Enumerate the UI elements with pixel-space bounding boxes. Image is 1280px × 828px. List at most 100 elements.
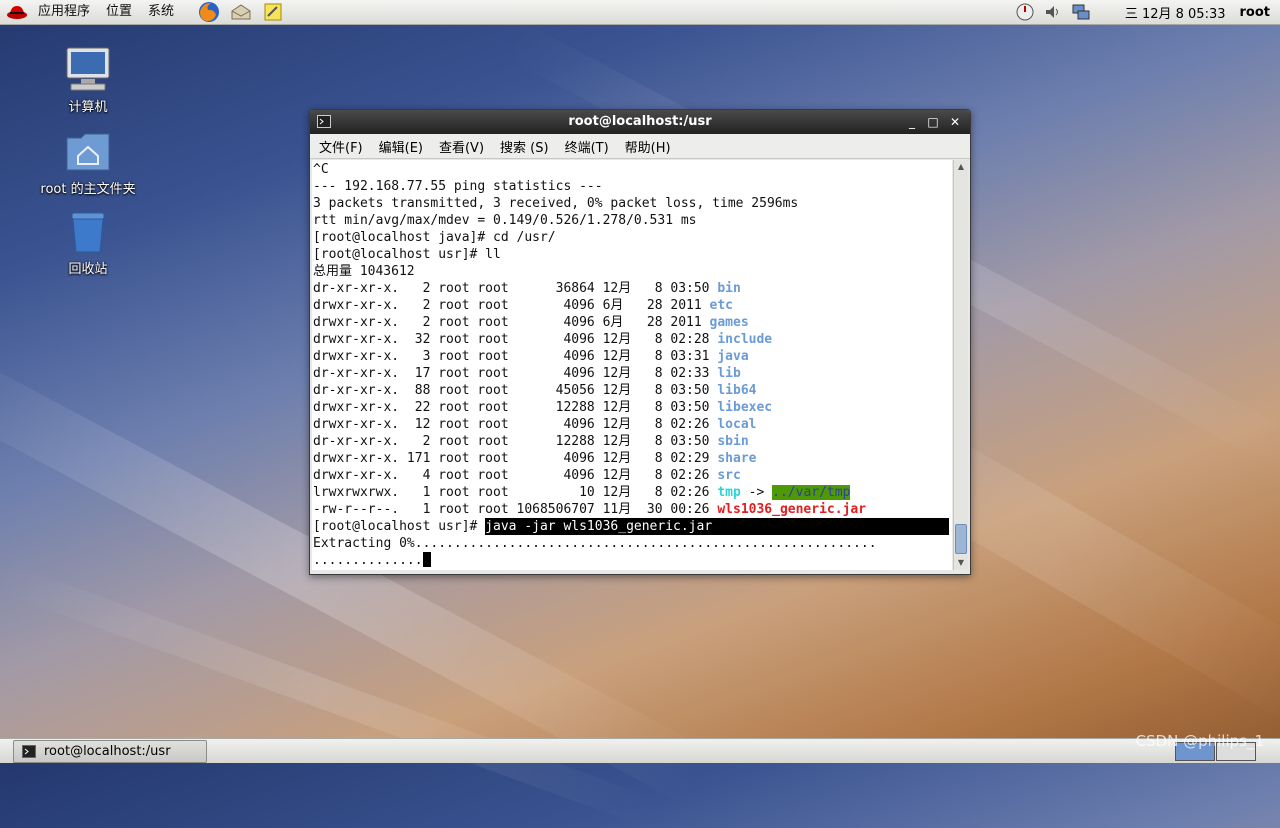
desktop-icon-home[interactable]: root 的主文件夹 (28, 130, 148, 197)
computer-icon (66, 47, 110, 91)
menu-help[interactable]: 帮助(H) (616, 137, 678, 156)
listing-row: drwxr-xr-x. 3 root root 4096 12月 8 03:31… (313, 348, 952, 365)
listing-row: drwxr-xr-x. 2 root root 4096 6月 28 2011 … (313, 297, 952, 314)
desktop-icon-label: root 的主文件夹 (40, 182, 136, 197)
terminal-line: [root@localhost java]# cd /usr/ (313, 230, 556, 245)
terminal-line: 总用量 1043612 (313, 264, 415, 279)
listing-prefix: drwxr-xr-x. 2 root root 4096 6月 28 2011 (313, 298, 710, 313)
listing-prefix: drwxr-xr-x. 2 root root 4096 6月 28 2011 (313, 315, 710, 330)
window-menubar: 文件(F) 编辑(E) 查看(V) 搜索 (S) 终端(T) 帮助(H) (310, 134, 970, 159)
prompt: [root@localhost usr]# (313, 519, 486, 534)
mail-icon[interactable] (230, 1, 252, 23)
listing-name: wls1036_generic.jar (717, 502, 867, 517)
scroll-down-arrow-icon[interactable]: ▼ (954, 556, 968, 570)
terminal-line: rtt min/avg/max/mdev = 0.149/0.526/1.278… (313, 213, 697, 228)
top-panel: 应用程序 位置 系统 三 12月 8 05:33 root (0, 0, 1280, 25)
top-menu: 应用程序 位置 系统 (0, 0, 289, 24)
taskbar-item-label: root@localhost:/usr (44, 744, 171, 759)
listing-row: dr-xr-xr-x. 88 root root 45056 12月 8 03:… (313, 382, 952, 399)
listing-name: src (717, 468, 741, 483)
trash-icon (71, 212, 105, 253)
terminal-line: [root@localhost usr]# ll (313, 247, 501, 262)
listing-name: sbin (717, 434, 749, 449)
command-text: java -jar wls1036_generic.jar (485, 518, 950, 535)
menu-edit[interactable]: 编辑(E) (370, 137, 430, 156)
desktop-icon-trash[interactable]: 回收站 (28, 210, 148, 277)
listing-prefix: drwxr-xr-x. 3 root root 4096 12月 8 03:31 (313, 349, 718, 364)
listing-name: etc (709, 298, 733, 313)
listing-prefix: -rw-r--r--. 1 root root 1068506707 11月 3… (313, 502, 718, 517)
terminal-text: ^C --- 192.168.77.55 ping statistics --- 3… (312, 160, 952, 569)
system-tray: 三 12月 8 05:33 root (1011, 0, 1280, 24)
listing-name: include (717, 332, 773, 347)
user-name[interactable]: root (1240, 5, 1271, 20)
listing-prefix: dr-xr-xr-x. 88 root root 45056 12月 8 03:… (313, 383, 718, 398)
menu-file[interactable]: 文件(F) (310, 137, 370, 156)
window-title: root@localhost:/usr (568, 114, 712, 129)
progress-dots: .............. (313, 553, 423, 568)
desktop-icon-computer[interactable]: 计算机 (28, 46, 148, 115)
terminal-line: 3 packets transmitted, 3 received, 0% pa… (313, 196, 799, 211)
listing-row: -rw-r--r--. 1 root root 1068506707 11月 3… (313, 501, 952, 518)
terminal-cursor (422, 552, 431, 567)
redhat-logo-icon[interactable] (6, 3, 28, 21)
desktop-icon-label: 计算机 (68, 100, 108, 115)
listing-row: drwxr-xr-x. 22 root root 12288 12月 8 03:… (313, 399, 952, 416)
menu-terminal[interactable]: 终端(T) (556, 137, 616, 156)
minimize-button[interactable]: _ (904, 114, 920, 130)
menu-applications[interactable]: 应用程序 (30, 0, 98, 24)
listing-name: share (717, 451, 757, 466)
firefox-icon[interactable] (198, 1, 220, 23)
power-icon[interactable] (1015, 2, 1035, 22)
listing-prefix: dr-xr-xr-x. 2 root root 12288 12月 8 03:5… (313, 434, 718, 449)
listing-row: dr-xr-xr-x. 2 root root 12288 12月 8 03:5… (313, 433, 952, 450)
listing-prefix: drwxr-xr-x. 4 root root 4096 12月 8 02:26 (313, 468, 718, 483)
volume-icon[interactable] (1043, 2, 1063, 22)
menu-system[interactable]: 系统 (140, 0, 182, 24)
terminal-window[interactable]: root@localhost:/usr _ □ ✕ 文件(F) 编辑(E) 查看… (309, 109, 971, 575)
scroll-up-arrow-icon[interactable]: ▲ (954, 160, 968, 174)
network-icon[interactable] (1071, 2, 1091, 22)
listing-row: drwxr-xr-x. 12 root root 4096 12月 8 02:2… (313, 416, 952, 433)
listing-row: dr-xr-xr-x. 17 root root 4096 12月 8 02:3… (313, 365, 952, 382)
terminal-scrollbar[interactable]: ▲ ▼ (953, 160, 968, 570)
listing-row: drwxr-xr-x. 32 root root 4096 12月 8 02:2… (313, 331, 952, 348)
link-target: ../var/tmp (772, 485, 851, 500)
terminal-line: ^C (313, 162, 329, 177)
listing-prefix: dr-xr-xr-x. 17 root root 4096 12月 8 02:3… (313, 366, 718, 381)
listing-prefix: drwxr-xr-x. 22 root root 12288 12月 8 03:… (313, 400, 718, 415)
listing-prefix: drwxr-xr-x. 12 root root 4096 12月 8 02:2… (313, 417, 718, 432)
listing-prefix: dr-xr-xr-x. 2 root root 36864 12月 8 03:5… (313, 281, 718, 296)
listing-name: tmp (717, 485, 741, 500)
maximize-button[interactable]: □ (925, 114, 941, 130)
scroll-thumb[interactable] (955, 524, 967, 554)
listing-row: drwxr-xr-x. 4 root root 4096 12月 8 02:26… (313, 467, 952, 484)
listing-prefix: drwxr-xr-x. 32 root root 4096 12月 8 02:2… (313, 332, 718, 347)
listing-name: games (709, 315, 749, 330)
listing-name: bin (717, 281, 741, 296)
close-button[interactable]: ✕ (947, 114, 963, 130)
menu-view[interactable]: 查看(V) (430, 137, 491, 156)
listing-row: drwxr-xr-x. 171 root root 4096 12月 8 02:… (313, 450, 952, 467)
desktop-icon-label: 回收站 (68, 262, 108, 277)
terminal-line: --- 192.168.77.55 ping statistics --- (313, 179, 603, 194)
listing-name: java (717, 349, 749, 364)
taskbar-item-terminal[interactable]: root@localhost:/usr (13, 740, 207, 763)
home-folder-icon (66, 133, 110, 171)
watermark: CSDN @philips_1 (1135, 732, 1264, 750)
listing-name: libexec (717, 400, 773, 415)
command-line: [root@localhost usr]# java -jar wls1036_… (313, 518, 952, 535)
bottom-panel: root@localhost:/usr (0, 738, 1280, 763)
terminal-output[interactable]: ^C --- 192.168.77.55 ping statistics --- 3… (312, 160, 952, 570)
notes-icon[interactable] (262, 1, 284, 23)
link-arrow: -> (740, 485, 773, 500)
listing-row: dr-xr-xr-x. 2 root root 36864 12月 8 03:5… (313, 280, 952, 297)
progress-line: .............. (313, 552, 952, 569)
listing-prefix: drwxr-xr-x. 171 root root 4096 12月 8 02:… (313, 451, 718, 466)
menu-search[interactable]: 搜索 (S) (491, 137, 556, 156)
listing-prefix: lrwxrwxrwx. 1 root root 10 12月 8 02:26 (313, 485, 718, 500)
menu-places[interactable]: 位置 (98, 0, 140, 24)
window-titlebar[interactable]: root@localhost:/usr _ □ ✕ (310, 110, 970, 134)
listing-row: drwxr-xr-x. 2 root root 4096 6月 28 2011 … (313, 314, 952, 331)
clock[interactable]: 三 12月 8 05:33 (1125, 3, 1226, 22)
